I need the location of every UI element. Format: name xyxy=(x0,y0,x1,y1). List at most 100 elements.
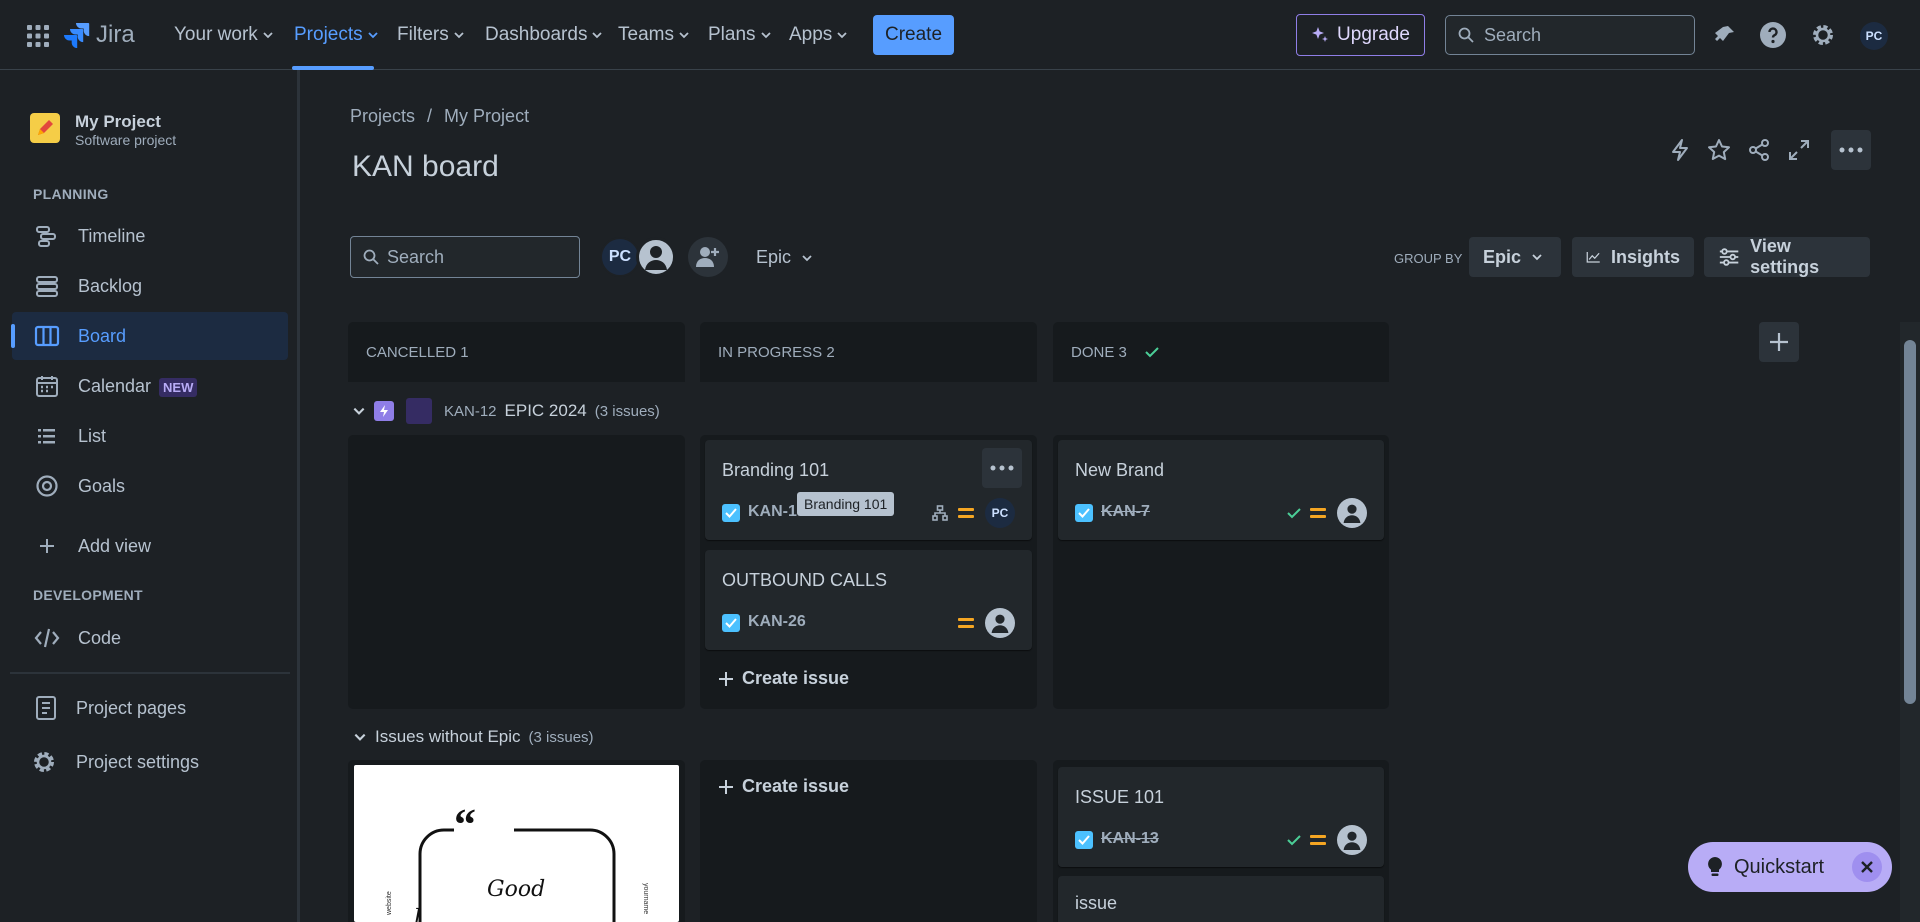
jira-logo[interactable]: Jira xyxy=(64,20,135,50)
tooltip: Branding 101 xyxy=(797,492,895,516)
lightbulb-icon xyxy=(1708,857,1722,876)
board-search-input[interactable] xyxy=(387,246,567,268)
automation-button[interactable] xyxy=(1664,134,1696,166)
epic-color-swatch xyxy=(406,398,432,424)
sidebar-item-board[interactable]: Board xyxy=(11,312,288,360)
unassigned-avatar[interactable] xyxy=(1337,498,1367,528)
issue-card-issue-101[interactable]: ISSUE 101 KAN-13 xyxy=(1058,767,1384,867)
sidebar-item-backlog[interactable]: Backlog xyxy=(12,262,288,310)
project-logo[interactable] xyxy=(30,113,60,143)
card-key[interactable]: KAN-13 xyxy=(1101,830,1159,848)
done-check-icon xyxy=(1287,508,1301,519)
sliders-icon xyxy=(1719,248,1739,266)
add-column-button[interactable] xyxy=(1759,322,1799,362)
more-actions-button[interactable] xyxy=(1831,130,1871,170)
nav-your-work[interactable]: Your work xyxy=(174,22,274,48)
sidebar-item-list[interactable]: List xyxy=(12,412,288,460)
scrollbar-thumb[interactable] xyxy=(1904,340,1916,704)
star-button[interactable] xyxy=(1703,134,1735,166)
group-by-dropdown[interactable]: Epic xyxy=(1469,237,1561,277)
column-title: CANCELLED 1 xyxy=(366,343,469,361)
add-people-button[interactable] xyxy=(688,237,728,277)
board-search[interactable] xyxy=(350,236,580,278)
breadcrumb-projects[interactable]: Projects xyxy=(350,106,415,127)
more-icon xyxy=(1839,147,1863,153)
assignee-filter-avatar[interactable]: PC xyxy=(600,237,640,277)
help-button[interactable] xyxy=(1758,20,1788,50)
add-view-button[interactable]: Add view xyxy=(12,522,288,570)
breadcrumb-my-project[interactable]: My Project xyxy=(444,106,529,127)
issue-card-cover-image[interactable]: “ website yourname l Good xyxy=(354,765,679,922)
plus-icon xyxy=(34,533,60,559)
create-button[interactable]: Create xyxy=(873,15,954,55)
chevron-down-icon xyxy=(802,254,812,261)
global-search-input[interactable] xyxy=(1484,24,1684,46)
fullscreen-button[interactable] xyxy=(1783,134,1815,166)
project-name[interactable]: My Project xyxy=(75,112,161,132)
megaphone-icon xyxy=(1715,26,1734,41)
unassigned-avatar[interactable] xyxy=(985,608,1015,638)
goals-icon xyxy=(34,473,60,499)
unassigned-avatar[interactable] xyxy=(1337,825,1367,855)
sidebar-item-project-settings[interactable]: Project settings xyxy=(12,738,288,786)
epic-issue-count: (3 issues) xyxy=(594,402,660,420)
nav-teams[interactable]: Teams xyxy=(618,22,690,48)
svg-text:yourname: yourname xyxy=(642,883,649,914)
sidebar-item-label: Goals xyxy=(78,475,126,496)
board-scrollbar[interactable] xyxy=(1900,322,1920,922)
unassigned-filter-avatar[interactable] xyxy=(636,237,676,277)
settings-button[interactable] xyxy=(1808,20,1838,50)
assignee-avatar[interactable]: PC xyxy=(985,498,1015,528)
global-search[interactable] xyxy=(1445,15,1695,55)
sidebar-item-goals[interactable]: Goals xyxy=(12,462,288,510)
nav-apps[interactable]: Apps xyxy=(789,22,848,48)
star-icon xyxy=(1708,139,1730,161)
planning-heading: PLANNING xyxy=(33,186,109,202)
swimlane-name: Issues without Epic xyxy=(375,727,521,746)
epic-filter-dropdown[interactable]: Epic xyxy=(756,247,813,268)
sidebar-item-code[interactable]: Code xyxy=(12,614,288,662)
project-type: Software project xyxy=(75,132,177,148)
insights-button[interactable]: Insights xyxy=(1572,237,1694,277)
sidebar-item-calendar[interactable]: Calendar NEW xyxy=(12,362,288,410)
card-key[interactable]: KAN-26 xyxy=(748,613,806,631)
card-more-button[interactable] xyxy=(982,448,1022,488)
issue-card-new-brand[interactable]: New Brand KAN-7 xyxy=(1058,440,1384,540)
view-settings-button[interactable]: View settings xyxy=(1704,236,1870,277)
swimlane-header-epic[interactable]: KAN-12 EPIC 2024 (3 issues) xyxy=(352,398,660,424)
svg-text:“: “ xyxy=(454,800,476,849)
add-view-label: Add view xyxy=(78,535,152,556)
quickstart-close-button[interactable] xyxy=(1852,852,1882,882)
sidebar-item-label: Backlog xyxy=(78,275,143,296)
user-icon xyxy=(1343,831,1361,850)
card-key[interactable]: KAN-7 xyxy=(1101,503,1150,521)
column-header-in-progress[interactable]: IN PROGRESS 2 xyxy=(700,322,1037,382)
sidebar-item-timeline[interactable]: Timeline xyxy=(12,212,288,260)
nav-dashboards[interactable]: Dashboards xyxy=(485,22,603,48)
nav-filters[interactable]: Filters xyxy=(397,22,465,48)
quickstart-button[interactable]: Quickstart xyxy=(1688,842,1892,892)
profile-avatar[interactable]: PC xyxy=(1860,22,1888,50)
column-header-cancelled[interactable]: CANCELLED 1 xyxy=(348,322,685,382)
swimlane-header-no-epic[interactable]: Issues without Epic (3 issues) xyxy=(353,727,594,747)
nav-projects[interactable]: Projects xyxy=(294,22,379,48)
sidebar-item-project-pages[interactable]: Project pages xyxy=(12,684,288,732)
notifications-button[interactable] xyxy=(1710,20,1740,50)
sidebar-item-label: List xyxy=(78,425,107,446)
sparkle-icon xyxy=(1312,27,1329,42)
expand-icon xyxy=(1789,140,1809,160)
nav-plans[interactable]: Plans xyxy=(708,22,772,48)
issue-card-outbound-calls[interactable]: OUTBOUND CALLS KAN-26 xyxy=(705,550,1032,650)
share-button[interactable] xyxy=(1743,134,1775,166)
issue-card-issue[interactable]: issue xyxy=(1058,876,1384,922)
upgrade-button[interactable]: Upgrade xyxy=(1296,14,1425,56)
sidebar-item-label: Board xyxy=(78,325,127,346)
create-issue-button[interactable]: Create issue xyxy=(718,668,849,689)
nav-dashboards-label: Dashboards xyxy=(485,24,588,45)
app-switcher-icon[interactable] xyxy=(26,24,50,48)
issue-card-branding[interactable]: Branding 101 KAN-16 PC xyxy=(705,440,1032,540)
card-title: issue xyxy=(1075,893,1118,913)
create-issue-button[interactable]: Create issue xyxy=(718,776,849,797)
column-header-done[interactable]: DONE 3 xyxy=(1053,322,1389,382)
task-type-icon xyxy=(1075,831,1093,849)
